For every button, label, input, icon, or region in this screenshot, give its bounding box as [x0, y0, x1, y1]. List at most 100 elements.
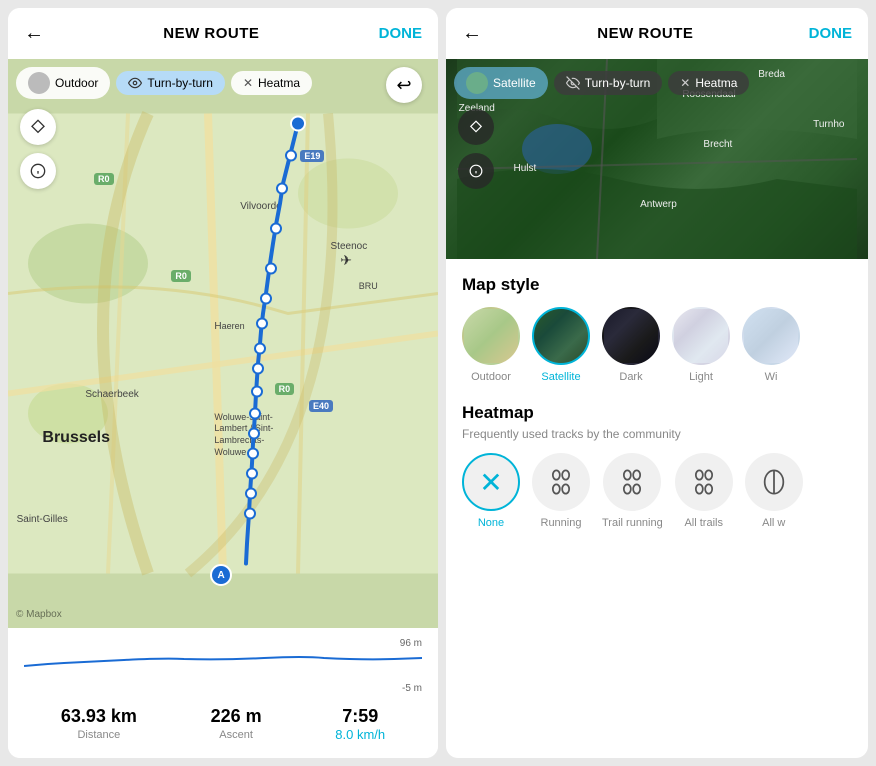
settings-section: Map style Outdoor Satellite Dark Light W…	[446, 259, 868, 758]
filter-avatar	[28, 72, 50, 94]
turn-button[interactable]: ↩	[386, 67, 422, 103]
right-filter-bar: Satellite Turn-by-turn ✕ Heatma	[454, 67, 860, 99]
all-w-icon	[760, 468, 788, 496]
left-filter-bar: Outdoor Turn-by-turn ✕ Heatma	[16, 67, 430, 99]
heatmap-all-trails[interactable]: All trails	[675, 453, 733, 529]
right-filter-turn-label: Turn-by-turn	[585, 76, 651, 90]
wi-thumb	[742, 307, 800, 365]
filter-heatmap-left[interactable]: ✕ Heatma	[231, 71, 312, 95]
all-trails-label: All trails	[684, 517, 723, 529]
close-icon-right: ✕	[680, 76, 690, 90]
right-map-controls	[458, 109, 494, 189]
none-thumb: ✕	[462, 453, 520, 511]
heatmap-title: Heatmap	[462, 403, 852, 423]
right-filter-heatmap-label: Heatma	[695, 76, 737, 90]
left-back-button[interactable]: ←	[24, 22, 44, 45]
right-title: NEW ROUTE	[597, 25, 693, 42]
right-filter-avatar	[466, 72, 488, 94]
heatmap-trail[interactable]: Trail running	[602, 453, 663, 529]
light-thumb	[672, 307, 730, 365]
heatmap-subtitle: Frequently used tracks by the community	[462, 427, 852, 441]
none-x-icon: ✕	[479, 466, 502, 499]
trail-thumb	[603, 453, 661, 511]
elevation-min: -5 m	[402, 683, 422, 694]
all-trails-thumb	[675, 453, 733, 511]
right-filter-turn[interactable]: Turn-by-turn	[554, 71, 663, 95]
heatmap-all-w[interactable]: All w	[745, 453, 803, 529]
heatmap-none[interactable]: ✕ None	[462, 453, 520, 529]
dark-thumb	[602, 307, 660, 365]
road-e40: E40	[309, 400, 333, 412]
style-options: Outdoor Satellite Dark Light Wi	[462, 307, 852, 383]
marker-a: A	[210, 564, 232, 586]
mapbox-label: © Mapbox	[16, 609, 62, 620]
left-header: ← NEW ROUTE DONE	[8, 8, 438, 59]
none-label: None	[478, 517, 504, 529]
trail-icon	[618, 468, 646, 496]
all-w-label: All w	[762, 517, 785, 529]
filter-turn-label: Turn-by-turn	[147, 76, 213, 90]
right-panel: ← NEW ROUTE DONE Zeeland Roosendaal Bred…	[446, 8, 868, 758]
right-done-button[interactable]: DONE	[809, 25, 852, 42]
style-option-satellite[interactable]: Satellite	[532, 307, 590, 383]
mapbox-watermark: © Mapbox	[16, 609, 62, 620]
left-done-button[interactable]: DONE	[379, 25, 422, 42]
info-button[interactable]	[20, 153, 56, 189]
stats-row: 63.93 km Distance 226 m Ascent 7:59 8.0 …	[8, 696, 438, 756]
style-option-dark[interactable]: Dark	[602, 307, 660, 383]
style-option-light[interactable]: Light	[672, 307, 730, 383]
airport-label: BRU	[359, 281, 378, 291]
navigation-button[interactable]	[20, 109, 56, 145]
left-title: NEW ROUTE	[163, 25, 259, 42]
road-r0-2: R0	[171, 270, 191, 282]
outdoor-thumb	[462, 307, 520, 365]
satellite-label: Satellite	[541, 371, 580, 383]
running-label: Running	[541, 517, 582, 529]
dark-label: Dark	[619, 371, 642, 383]
speed-value: 8.0 km/h	[335, 727, 385, 742]
airport-icon: ✈	[340, 252, 352, 269]
time-value: 7:59	[335, 706, 385, 727]
left-panel: ← NEW ROUTE DONE Vilvoorde Steenoc Haere…	[8, 8, 438, 758]
style-option-wi[interactable]: Wi	[742, 307, 800, 383]
running-icon	[547, 468, 575, 496]
all-trails-icon	[690, 468, 718, 496]
bottom-bar: 96 m -5 m 63.93 km Distance 226 m Ascent…	[8, 628, 438, 758]
light-label: Light	[689, 371, 713, 383]
trail-label: Trail running	[602, 517, 663, 529]
stat-distance: 63.93 km Distance	[61, 706, 137, 742]
road-r0-1: R0	[94, 173, 114, 185]
map-controls-left	[20, 109, 56, 189]
ascent-label: Ascent	[211, 729, 262, 741]
elevation-chart: 96 m -5 m	[8, 636, 438, 696]
heatmap-running[interactable]: Running	[532, 453, 590, 529]
eye-off-icon	[566, 76, 580, 90]
right-filter-heatmap[interactable]: ✕ Heatma	[668, 71, 749, 95]
right-back-button[interactable]: ←	[462, 22, 482, 45]
heatmap-options: ✕ None Running	[462, 453, 852, 529]
close-icon-left: ✕	[243, 76, 253, 90]
elevation-max: 96 m	[400, 638, 422, 649]
distance-value: 63.93 km	[61, 706, 137, 727]
outdoor-label: Outdoor	[471, 371, 511, 383]
road-r0-3: R0	[275, 383, 295, 395]
right-filter-satellite[interactable]: Satellite	[454, 67, 548, 99]
stat-time: 7:59 8.0 km/h	[335, 706, 385, 742]
filter-turn-by-turn[interactable]: Turn-by-turn	[116, 71, 225, 95]
right-filter-satellite-label: Satellite	[493, 76, 536, 90]
right-header: ← NEW ROUTE DONE	[446, 8, 868, 59]
all-w-thumb	[745, 453, 803, 511]
left-map: Vilvoorde Steenoc Haeren Schaerbeek Brus…	[8, 59, 438, 628]
filter-heatmap-label-left: Heatma	[258, 76, 300, 90]
right-info-button[interactable]	[458, 153, 494, 189]
right-navigation-button[interactable]	[458, 109, 494, 145]
style-option-outdoor[interactable]: Outdoor	[462, 307, 520, 383]
stat-ascent: 226 m Ascent	[211, 706, 262, 742]
road-e19: E19	[300, 150, 324, 162]
filter-outdoor[interactable]: Outdoor	[16, 67, 110, 99]
right-map: Zeeland Roosendaal Breda Hulst Brecht Tu…	[446, 59, 868, 259]
distance-label: Distance	[61, 729, 137, 741]
wi-label: Wi	[765, 371, 778, 383]
map-style-title: Map style	[462, 275, 852, 295]
ascent-value: 226 m	[211, 706, 262, 727]
